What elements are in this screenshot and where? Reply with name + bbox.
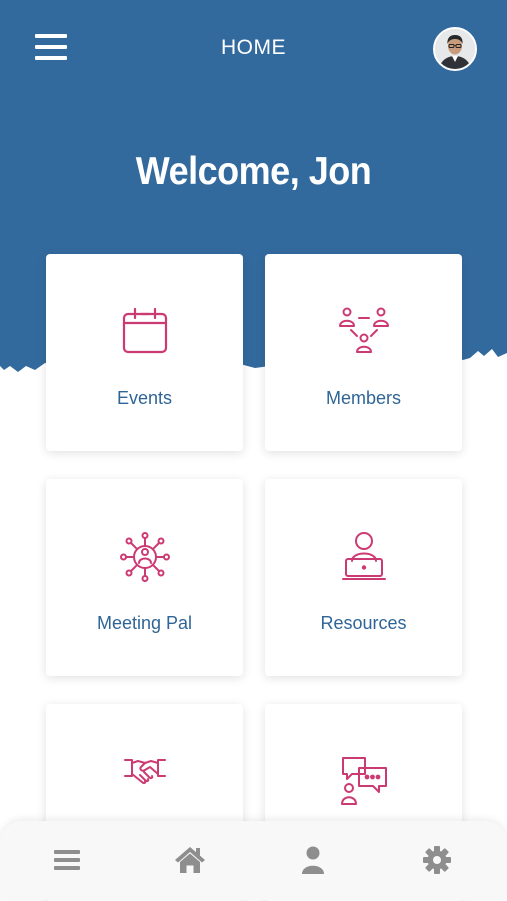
chat-person-icon <box>340 757 387 805</box>
bottom-nav <box>0 821 507 900</box>
nav-list[interactable] <box>52 845 84 877</box>
tile-resources[interactable]: Resources <box>265 479 462 676</box>
members-network-icon <box>338 307 389 353</box>
calendar-icon <box>122 307 167 354</box>
tile-meeting-pal[interactable]: Meeting Pal <box>46 479 243 676</box>
home-icon <box>175 847 205 873</box>
tile-label: Members <box>325 388 401 408</box>
tile-events[interactable]: Events <box>46 254 243 451</box>
welcome-heading: Welcome, Jon <box>135 148 372 193</box>
nav-settings[interactable] <box>422 845 454 877</box>
nav-profile[interactable] <box>298 845 330 877</box>
handshake-icon <box>123 759 166 785</box>
person-laptop-icon <box>341 532 386 580</box>
tile-label: Resources <box>320 613 407 633</box>
page-title: HOME <box>221 36 286 59</box>
user-avatar-icon <box>435 29 475 69</box>
settings-gear-icon <box>423 846 451 874</box>
network-hub-icon <box>119 532 170 582</box>
profile-icon <box>302 846 324 874</box>
tile-label: Meeting Pal <box>96 613 193 633</box>
tile-label: Events <box>116 388 173 408</box>
nav-home[interactable] <box>174 845 206 877</box>
tile-members[interactable]: Members <box>265 254 462 451</box>
list-icon <box>54 850 80 870</box>
avatar[interactable] <box>433 27 477 71</box>
